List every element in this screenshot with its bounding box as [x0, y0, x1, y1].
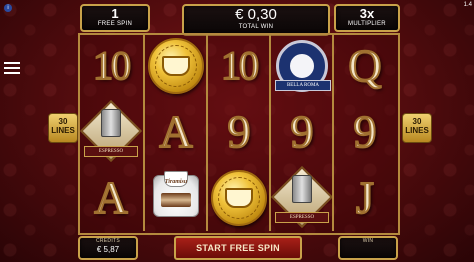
slot-game-stage: i 1.4 1 FREE SPIN € 0,30 TOTAL WIN 3x MU…	[0, 0, 474, 262]
espresso-label: ESPRESSO	[275, 212, 329, 223]
espresso-icon: ESPRESSO	[270, 165, 334, 229]
reel-symbol-letter: 9	[208, 101, 270, 163]
reel-symbol-letter: 10	[80, 35, 142, 97]
espresso-icon: ESPRESSO	[79, 99, 143, 163]
symbol-text: 10	[92, 42, 132, 89]
win-panel: WIN	[338, 236, 398, 260]
total-win-panel: € 0,30 TOTAL WIN	[182, 4, 330, 36]
credits-value: € 5,87	[96, 245, 120, 254]
menu-icon[interactable]	[4, 62, 20, 76]
reel-column: 10 9	[206, 33, 270, 231]
symbol-text: J	[355, 172, 375, 223]
symbol-text: Q	[347, 40, 382, 91]
total-win-value: € 0,30	[235, 6, 277, 23]
symbol-text: 9	[227, 106, 252, 157]
reel-symbol-letter: Q	[334, 35, 396, 97]
lines-count-left: 30	[58, 117, 68, 126]
moka-pot-icon	[292, 175, 312, 203]
symbol-text: 9	[353, 106, 378, 157]
total-win-label: TOTAL WIN	[238, 24, 274, 30]
reel-symbol-letter: 9	[271, 101, 333, 163]
free-spins-panel: 1 FREE SPIN	[80, 4, 150, 32]
multiplier-panel: 3x MULTIPLIER	[334, 4, 400, 32]
scatter-coin-icon	[208, 167, 270, 229]
tiramisu-icon: Tiramisu	[145, 167, 207, 229]
symbol-text: 10	[220, 42, 260, 89]
lines-label-right: LINES	[405, 126, 429, 135]
credits-panel: CREDITS € 5,87	[78, 236, 138, 260]
reel-column: BELLA ROMA 9 ESPRESSO	[269, 33, 334, 231]
lines-count-right: 30	[412, 117, 422, 126]
info-icon[interactable]: i	[4, 4, 12, 12]
version-label: 1.4	[463, 2, 472, 8]
bella-roma-icon: BELLA ROMA	[271, 35, 333, 97]
lines-badge-left: 30 LINES	[48, 113, 78, 143]
multiplier-label: MULTIPLIER	[348, 21, 386, 27]
reel-column: 10 ESPRESSO A	[79, 33, 143, 231]
lines-label-left: LINES	[51, 126, 75, 135]
credits-label: CREDITS	[95, 238, 121, 244]
reel-column: Q 9 J	[332, 33, 396, 231]
free-spins-label: FREE SPIN	[97, 21, 133, 27]
symbol-text: A	[158, 106, 193, 157]
reel-symbol-letter: A	[145, 101, 207, 163]
bella-roma-label: BELLA ROMA	[275, 80, 331, 91]
tiramisu-label: Tiramisu	[164, 179, 188, 185]
cake-icon	[161, 193, 191, 207]
lines-badge-right: 30 LINES	[402, 113, 432, 143]
espresso-label: ESPRESSO	[84, 146, 138, 157]
start-free-spin-button[interactable]: START FREE SPIN	[174, 236, 302, 260]
reel-column: A Tiramisu	[143, 33, 207, 231]
win-label: WIN	[362, 238, 374, 244]
symbol-text: A	[93, 172, 128, 223]
free-spins-count: 1	[111, 6, 119, 21]
reel-symbol-letter: 9	[334, 101, 396, 163]
moka-pot-icon	[101, 109, 121, 137]
reel-symbol-letter: A	[80, 167, 142, 229]
scatter-icon	[211, 170, 267, 226]
scatter-icon	[148, 38, 204, 94]
reel-symbol-letter: 10	[208, 35, 270, 97]
symbol-text: 9	[290, 106, 315, 157]
reel-symbol-letter: J	[334, 167, 396, 229]
scatter-coin-icon	[145, 35, 207, 97]
multiplier-value: 3x	[359, 6, 375, 21]
